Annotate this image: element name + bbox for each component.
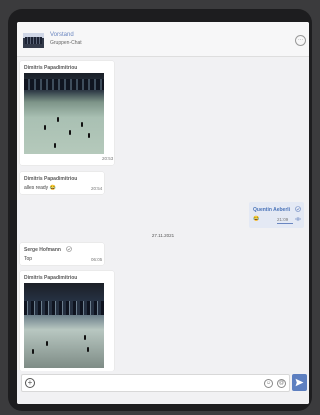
group-avatar[interactable] <box>23 33 44 48</box>
verified-icon <box>66 246 72 252</box>
group-name[interactable]: Vorstand <box>50 32 74 38</box>
message-time: 20:53 <box>102 156 114 161</box>
sender-name[interactable]: Dimitris Papadimitriou <box>24 275 77 281</box>
sender-name[interactable]: Dimitris Papadimitriou <box>24 65 77 71</box>
verified-icon <box>295 206 301 212</box>
message-bubble[interactable]: Dimitris Papadimitriou <box>20 271 114 371</box>
photo-player <box>54 143 56 148</box>
send-icon <box>295 378 304 387</box>
message-bubble[interactable]: Serge Hofmann Top 06:05 <box>20 243 104 265</box>
read-indicator <box>277 223 293 224</box>
chat-header: Vorstand Gruppen-Chat ··· <box>17 22 309 57</box>
message-composer: + ☺ @ <box>17 371 309 404</box>
message-text: Top <box>24 256 33 262</box>
photo-player <box>88 133 90 138</box>
message-time: 21:09 <box>277 217 289 222</box>
photo-player <box>84 335 86 340</box>
photo-hall-windows <box>24 79 104 90</box>
group-subtitle: Gruppen-Chat <box>50 40 82 46</box>
photo-player <box>87 347 89 352</box>
sender-name[interactable]: Quentin Aeberli <box>253 207 290 213</box>
photo-hall-windows <box>24 301 104 315</box>
sender-name[interactable]: Serge Hofmann <box>24 247 61 253</box>
more-icon[interactable]: ··· <box>295 35 306 46</box>
message-bubble[interactable]: Dimitris Papadimitriou 20:53 <box>20 61 114 165</box>
sender-name[interactable]: Dimitris Papadimitriou <box>24 176 77 182</box>
message-text: alles ready 😂 <box>24 185 56 191</box>
photo-player <box>69 130 71 135</box>
send-button[interactable] <box>292 374 307 391</box>
mention-icon[interactable]: @ <box>277 379 286 388</box>
read-receipt-icon <box>295 217 301 221</box>
photo-player <box>81 122 83 127</box>
message-photo[interactable] <box>24 73 104 154</box>
own-message-bubble[interactable]: Quentin Aeberli 😂 21:09 <box>249 202 304 228</box>
chat-screen: Vorstand Gruppen-Chat ··· Dimitris Papad… <box>17 22 309 404</box>
photo-player <box>32 349 34 354</box>
photo-player <box>44 125 46 130</box>
emoji-icon[interactable]: ☺ <box>264 379 273 388</box>
message-photo[interactable] <box>24 283 104 368</box>
message-time: 06:05 <box>91 257 103 262</box>
message-input[interactable]: + ☺ @ <box>21 374 290 392</box>
add-icon[interactable]: + <box>25 378 35 388</box>
photo-player <box>57 117 59 122</box>
date-separator: 27.11.2021 <box>151 233 175 238</box>
message-time: 20:54 <box>91 186 103 191</box>
photo-player <box>46 341 48 346</box>
message-text: 😂 <box>253 216 260 222</box>
message-bubble[interactable]: Dimitris Papadimitriou alles ready 😂 20:… <box>20 172 104 194</box>
